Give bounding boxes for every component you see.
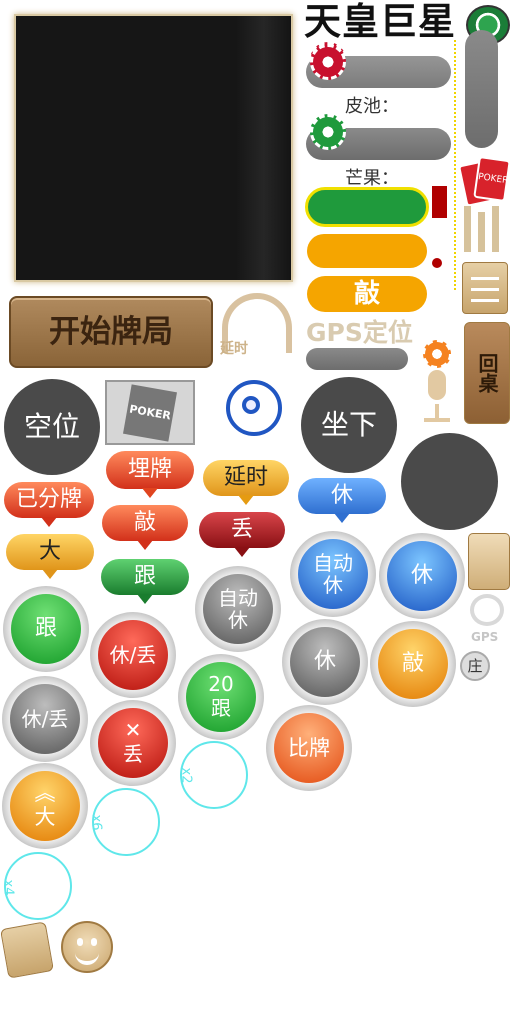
follow-green-button[interactable]: 跟 [11, 594, 81, 664]
compare-ring[interactable]: 比牌 [266, 705, 352, 791]
gps-small-label: GPS [471, 630, 499, 644]
discard-bubble[interactable]: 丢 [199, 512, 285, 557]
follow-20-number: 20 [208, 672, 234, 696]
dealer-badge: 庄 [460, 651, 490, 681]
knock-yellow-button[interactable]: 敲 [307, 276, 427, 312]
delay-bubble[interactable]: 延时 [203, 460, 289, 505]
microphone-icon[interactable] [420, 370, 454, 426]
knock-orange-ring[interactable]: 敲 [370, 621, 456, 707]
ok-hand-icon [218, 360, 290, 444]
discard-red-label: 丢 [123, 742, 143, 766]
cards-icon[interactable] [0, 921, 54, 979]
rest-blue-ring[interactable]: 休 [379, 533, 465, 619]
rest-blue-button[interactable]: 休 [387, 541, 457, 611]
rest-discard-gray-button[interactable]: 休/丢 [10, 684, 80, 754]
delay-small-label: 延时 [220, 341, 248, 357]
orange-bar[interactable] [307, 234, 427, 268]
compare-button[interactable]: 比牌 [274, 713, 344, 783]
back-table-button[interactable]: 回桌 [464, 322, 510, 424]
red-dot [432, 258, 442, 268]
auto-rest-blue-ring[interactable]: 自动休 [290, 531, 376, 617]
gps-bar [306, 348, 408, 370]
rest-discard-red-button[interactable]: 休/丢 [98, 620, 168, 690]
mail-icon[interactable] [468, 533, 510, 590]
discard-red-button[interactable]: ✕ 丢 [98, 708, 168, 778]
bury-bubble[interactable]: 埋牌 [106, 451, 194, 498]
dark-panel [14, 14, 293, 282]
rest-gray-button[interactable]: 休 [290, 627, 360, 697]
red-stop-marker [432, 186, 447, 218]
auto-rest-gray-button[interactable]: 自动休 [203, 574, 273, 644]
multiplier-x2: x2 [178, 767, 194, 784]
big-orange-label: 大 [34, 805, 56, 829]
chevron-up-icon: ︽ [34, 781, 56, 805]
pot-label: 皮池： [345, 96, 399, 117]
follow-green-ring[interactable]: 跟 [3, 586, 89, 672]
smiley-icon[interactable] [61, 921, 113, 973]
follow-bubble[interactable]: 跟 [101, 559, 189, 604]
auto-rest-blue-button[interactable]: 自动休 [298, 539, 368, 609]
knock-bubble[interactable]: 敲 [102, 505, 188, 550]
game-title: 天皇巨星 [304, 0, 456, 43]
gps-location-label: GPS定位 [306, 318, 413, 347]
notepad-icon [462, 262, 508, 314]
chip-icon-green-2 [310, 114, 346, 150]
close-icon: ✕ [124, 718, 142, 742]
vertical-bar[interactable] [465, 30, 498, 148]
dealt-bubble[interactable]: 已分牌 [4, 482, 94, 527]
gps-pin-icon [470, 594, 504, 626]
rest-discard-gray-ring[interactable]: 休/丢 [2, 676, 88, 762]
dotted-divider [454, 40, 456, 290]
discard-red-ring[interactable]: ✕ 丢 [90, 700, 176, 786]
follow-20-button[interactable]: 20 跟 [186, 662, 256, 732]
poker-cards-icon: POKER [457, 155, 511, 207]
chip-icon-orange [423, 340, 451, 368]
big-orange-ring[interactable]: ︽ 大 [2, 763, 88, 849]
sit-down-button[interactable]: 坐下 [301, 377, 397, 473]
multiplier-x4: x4 [0, 879, 16, 896]
rest-discard-red-ring[interactable]: 休/丢 [90, 612, 176, 698]
poker-card-tile: POKER [105, 380, 195, 445]
rest-blue-bubble[interactable]: 休 [298, 478, 386, 523]
big-bubble[interactable]: 大 [6, 534, 94, 579]
empty-circle [401, 433, 498, 530]
wood-bars-icon [460, 206, 508, 256]
empty-seat-button[interactable]: 空位 [4, 379, 100, 475]
auto-rest-gray-ring[interactable]: 自动休 [195, 566, 281, 652]
knock-orange-button[interactable]: 敲 [378, 629, 448, 699]
green-bar[interactable] [305, 187, 429, 227]
follow-20-ring[interactable]: 20 跟 [178, 654, 264, 740]
rest-gray-ring[interactable]: 休 [282, 619, 368, 705]
multiplier-x6: x6 [88, 814, 104, 831]
follow-20-label: 跟 [211, 696, 231, 720]
big-orange-button[interactable]: ︽ 大 [10, 771, 80, 841]
start-game-button[interactable]: 开始牌局 [9, 296, 213, 368]
chip-icon-red-front [310, 44, 346, 80]
